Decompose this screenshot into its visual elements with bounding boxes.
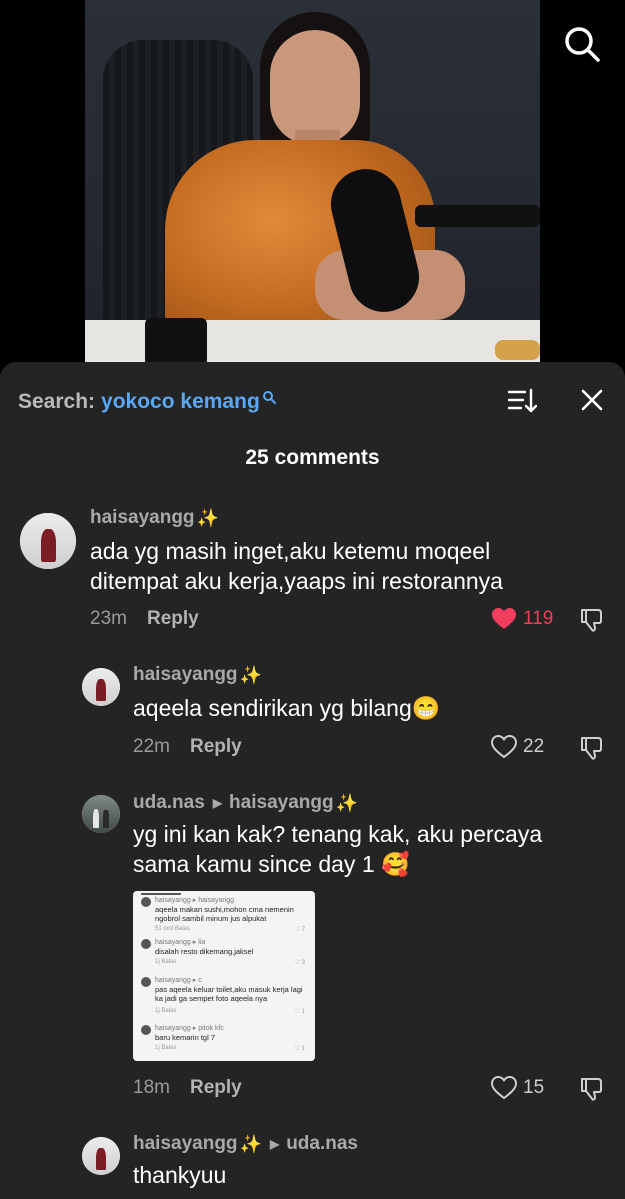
sparkles-emoji: ✨ — [196, 507, 219, 528]
avatar[interactable] — [20, 513, 76, 569]
heart-outline-icon — [491, 1076, 517, 1100]
reply-to-username[interactable]: uda.nas — [286, 1133, 358, 1155]
attached-image[interactable]: haisayangg ▸ haisayangg aqeela makan sus… — [133, 891, 315, 1061]
reply-arrow-icon: ▶ — [269, 1137, 280, 1151]
reply-button[interactable]: Reply — [190, 1077, 242, 1099]
comment-text: aqeela sendirikan yg bilang😁 — [133, 695, 441, 721]
close-icon[interactable] — [578, 386, 606, 414]
comment-username[interactable]: uda.nas ▶ haisayangg ✨ — [133, 792, 358, 814]
comment-username[interactable]: haisayangg ✨ — [133, 664, 262, 686]
comment-time: 23m — [90, 608, 127, 629]
search-icon[interactable] — [562, 24, 602, 64]
video-frame — [85, 0, 540, 370]
search-query-link[interactable]: yokoco kemang — [101, 390, 260, 414]
sparkles-emoji: ✨ — [239, 664, 262, 685]
like-button[interactable]: 15 — [491, 1076, 544, 1100]
comment-time: 18m — [133, 1077, 170, 1098]
reply-button[interactable]: Reply — [147, 608, 199, 630]
comment-count: 25 comments — [245, 446, 380, 469]
comment-username[interactable]: haisayangg ✨ ▶ uda.nas — [133, 1133, 358, 1155]
avatar[interactable] — [82, 668, 120, 706]
like-count: 15 — [523, 1077, 545, 1098]
comments-sheet: Search: yokoco kemang 25 comments haisay… — [0, 362, 625, 1199]
like-button[interactable]: 22 — [491, 735, 544, 759]
like-count: 119 — [523, 608, 554, 629]
comment-meta: 23m Reply — [90, 608, 199, 630]
comment-time: 22m — [133, 736, 170, 757]
search-label: Search: — [18, 390, 96, 413]
related-search[interactable]: Search: yokoco kemang — [18, 387, 276, 417]
comment-text: ada yg masih inget,aku ketemu moqeel dit… — [90, 538, 503, 594]
avatar[interactable] — [82, 795, 120, 833]
avatar[interactable] — [82, 1137, 120, 1175]
dislike-icon[interactable] — [579, 607, 605, 633]
sort-icon[interactable] — [507, 386, 537, 416]
comment-meta: 18m Reply — [133, 1077, 242, 1099]
sparkles-emoji: ✨ — [239, 1133, 262, 1154]
sparkles-emoji: ✨ — [335, 792, 359, 813]
like-count: 22 — [523, 736, 545, 757]
dislike-icon[interactable] — [579, 735, 605, 761]
like-button[interactable]: 119 — [491, 607, 553, 631]
dislike-icon[interactable] — [579, 1076, 605, 1102]
comment-text: thankyuu — [133, 1162, 227, 1188]
comment-meta: 22m Reply — [133, 736, 242, 758]
reply-to-username[interactable]: haisayangg — [229, 792, 334, 814]
reply-button[interactable]: Reply — [190, 736, 242, 758]
heart-outline-icon — [491, 735, 517, 759]
comment-username[interactable]: haisayangg ✨ — [90, 507, 219, 529]
video-player[interactable] — [0, 0, 625, 380]
search-icon — [262, 391, 276, 404]
comment-text: yg ini kan kak? tenang kak, aku percaya … — [133, 821, 543, 877]
heart-filled-icon — [492, 608, 516, 629]
reply-arrow-icon: ▶ — [212, 796, 223, 810]
